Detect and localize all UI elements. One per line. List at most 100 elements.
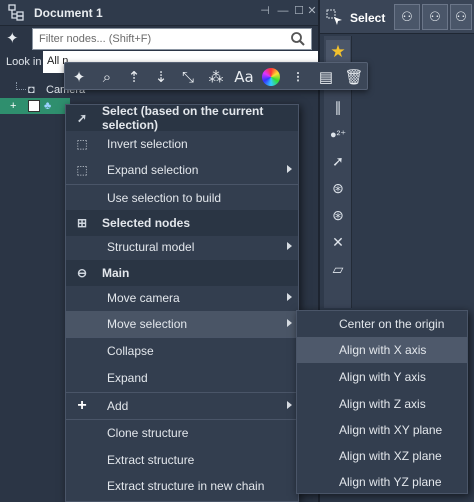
submenu-label: Align with XY plane (339, 423, 443, 437)
trash-icon[interactable]: 🗑 (343, 66, 365, 88)
select-mode-1-icon[interactable]: ⚇ (394, 4, 420, 30)
menu-label: Collapse (107, 344, 154, 358)
sparkle-icon[interactable]: ✦ (68, 66, 90, 88)
submenu-item-align-x[interactable]: Align with X axis (297, 337, 467, 363)
filter-placeholder: Filter nodes... (Shift+F) (39, 33, 152, 45)
menu-label: Invert selection (107, 137, 188, 151)
menu-label: Add (107, 399, 129, 413)
close-icon[interactable]: ✕ (305, 4, 319, 18)
dots-icon[interactable]: ⁝ (287, 66, 309, 88)
visibility-checkbox[interactable] (28, 100, 40, 112)
expand-icon[interactable]: + (10, 98, 16, 114)
invert-selection-icon: ⬚ (76, 137, 88, 151)
submenu-label: Align with XZ plane (339, 449, 442, 463)
menu-label: Structural model (107, 240, 195, 254)
menu-header-selected-nodes: ⊞ Selected nodes (66, 210, 298, 236)
menu-label: Move selection (107, 317, 188, 331)
document-panel-header: Document 1 ⊣ — ☐ ✕ (0, 0, 318, 26)
bond-icon[interactable]: ∥ (326, 95, 350, 119)
menu-header-main: ⊖ Main (66, 260, 298, 286)
submenu-label: Align with X axis (339, 343, 427, 357)
filter-nodes-input[interactable]: Filter nodes... (Shift+F) (32, 28, 312, 50)
submenu-arrow-icon (287, 319, 292, 327)
menu-label: Extract structure (107, 453, 195, 467)
tree-icon: ⊞ (76, 216, 88, 230)
tree-item-camera[interactable]: ◘ Camera 1 (0, 82, 85, 112)
pin-icon[interactable]: ⊣ (258, 4, 272, 18)
menu-item-extract-structure-new-chain[interactable]: Extract structure in new chain (66, 473, 298, 499)
search-icon[interactable] (290, 31, 306, 47)
pointer-icon[interactable]: ➚ (326, 149, 350, 173)
submenu-item-align-xz[interactable]: Align with XZ plane (297, 443, 467, 469)
main-icon: ⊖ (76, 266, 88, 280)
menu-item-structural-model[interactable]: Structural model (66, 234, 298, 260)
molecule-icon: ♣ (44, 100, 52, 112)
menu-item-expand[interactable]: Expand (66, 365, 298, 391)
minimize-icon[interactable]: — (276, 4, 290, 18)
text-icon[interactable]: Aa (233, 66, 255, 88)
select-mode-3-icon[interactable]: ⚇ (450, 4, 472, 30)
menu-item-extract-structure[interactable]: Extract structure (66, 447, 298, 473)
select-panel-header: Select ⚇ ⚇ ⚇ (320, 0, 474, 34)
menu-item-collapse[interactable]: Collapse (66, 338, 298, 364)
upload-icon[interactable]: ⇡ (123, 66, 145, 88)
menu-item-clone-structure[interactable]: Clone structure (66, 420, 298, 446)
submenu-item-align-y[interactable]: Align with Y axis (297, 364, 467, 390)
select-mode-2-icon[interactable]: ⚇ (422, 4, 448, 30)
move-selection-submenu: Center on the origin Align with X axis A… (296, 310, 468, 494)
menu-label: Expand (107, 371, 148, 385)
filter-row: ✦ Filter nodes... (Shift+F) (6, 28, 312, 50)
submenu-item-align-z[interactable]: Align with Z axis (297, 391, 467, 417)
document-title: Document 1 (34, 6, 103, 20)
plus-icon: + (77, 397, 87, 414)
xyz-rotate-icon[interactable]: ⊛ (326, 203, 350, 227)
submenu-item-align-yz[interactable]: Align with YZ plane (297, 469, 467, 495)
expand-selection-icon: ⬚ (76, 163, 88, 177)
menu-item-use-selection-to-build[interactable]: Use selection to build (66, 185, 298, 211)
submenu-label: Align with YZ plane (339, 475, 442, 489)
floating-toolbar: ✦ ⌕ ⇡ ⇣ ⤡ ⁂ Aa ⁝ ▤ 🗑 (64, 62, 368, 90)
menu-item-invert-selection[interactable]: ⬚ Invert selection (66, 131, 298, 157)
eraser-icon[interactable]: ▱ (326, 257, 350, 281)
submenu-arrow-icon (287, 401, 292, 409)
swap-icon[interactable]: ✕ (326, 230, 350, 254)
menu-item-expand-selection[interactable]: ⬚ Expand selection (66, 157, 298, 183)
camera-icon: ◘ (28, 84, 35, 96)
select-cursor-icon: ➚ (76, 111, 88, 125)
tree-item-selected[interactable]: + ♣ (0, 98, 70, 114)
download-icon[interactable]: ⇣ (150, 66, 172, 88)
submenu-label: Center on the origin (339, 317, 445, 331)
submenu-arrow-icon (287, 165, 292, 173)
shrink-icon[interactable]: ⤡ (177, 66, 199, 88)
menu-label: Extract structure in new chain (107, 479, 265, 493)
submenu-item-align-xy[interactable]: Align with XY plane (297, 417, 467, 443)
menu-label: Move camera (107, 291, 180, 305)
menu-label: Use selection to build (107, 191, 222, 205)
tree-line (16, 82, 26, 90)
context-menu: ➚ Select (based on the current selection… (65, 104, 299, 502)
menu-label: Main (102, 266, 130, 280)
submenu-label: Align with Y axis (339, 370, 426, 384)
atoms-icon[interactable]: ⁂ (205, 66, 227, 88)
look-in-label: Look in (6, 56, 42, 68)
menu-label: Selected nodes (102, 216, 191, 230)
zoom-icon[interactable]: ⌕ (96, 66, 118, 88)
star-icon[interactable]: ★ (326, 40, 350, 64)
charge-icon[interactable]: ●²⁺ (326, 122, 350, 146)
menu-item-move-camera[interactable]: Move camera (66, 285, 298, 311)
menu-item-add[interactable]: + Add (66, 393, 298, 419)
menu-item-move-selection[interactable]: Move selection (66, 311, 298, 337)
submenu-item-center-origin[interactable]: Center on the origin (297, 311, 467, 337)
clipboard-icon[interactable]: ▤ (315, 66, 337, 88)
sparkle-icon[interactable]: ✦ (6, 30, 24, 48)
select-tab[interactable]: Select (326, 5, 404, 31)
select-tab-label: Select (350, 11, 386, 25)
submenu-label: Align with Z axis (339, 397, 426, 411)
menu-label: Expand selection (107, 163, 199, 177)
maximize-icon[interactable]: ☐ (292, 4, 306, 18)
menu-label: Clone structure (107, 426, 189, 440)
color-wheel-icon[interactable] (260, 66, 282, 88)
submenu-arrow-icon (287, 293, 292, 301)
menu-header-select: ➚ Select (based on the current selection… (66, 104, 298, 132)
rotate-icon[interactable]: ⊛ (326, 176, 350, 200)
